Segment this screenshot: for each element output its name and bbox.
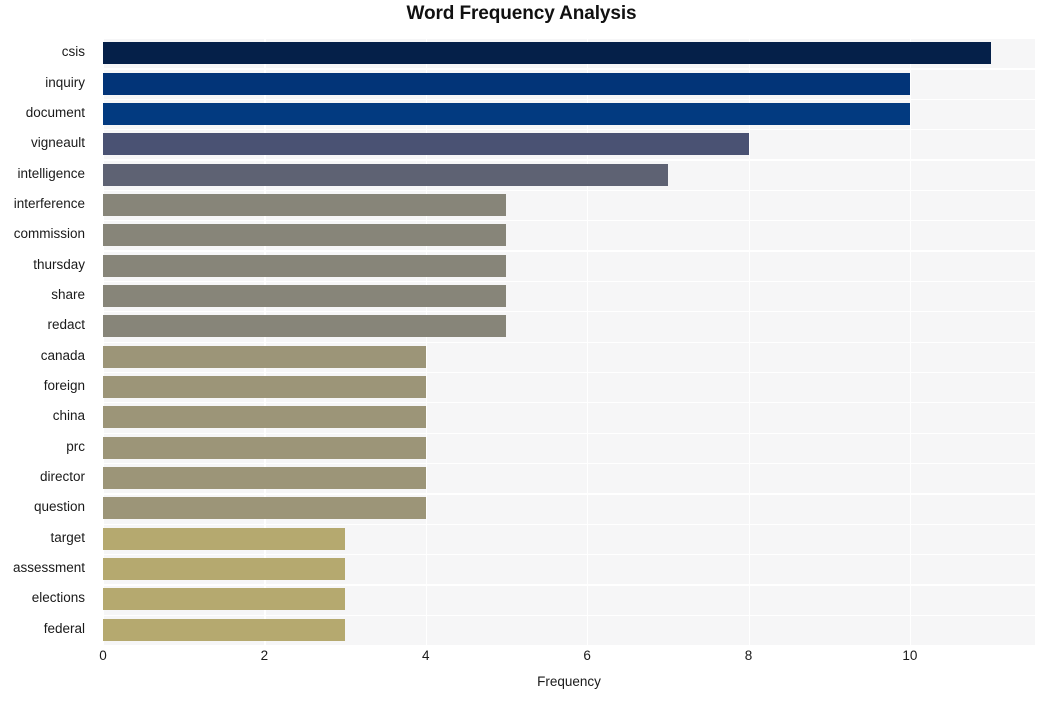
x-tick-label-8: 8 [744,648,753,663]
bar-inquiry[interactable] [103,72,910,95]
y-tick-label-interference: interference [13,195,85,211]
y-tick-label-redact: redact [47,317,85,333]
gridline-horizontal [103,493,1035,495]
y-tick-label-assessment: assessment [12,560,85,576]
y-tick-label-elections: elections [31,590,85,606]
x-tick-label-2: 2 [260,648,269,663]
y-tick-label-question: question [33,499,85,515]
y-tick-label-commission: commission [13,226,85,242]
bar-thursday[interactable] [103,254,507,277]
gridline-horizontal [103,341,1035,343]
gridline-horizontal [103,250,1035,252]
gridline-horizontal [103,68,1035,70]
chart-figure: Word Frequency Analysis csis inquiry docum… [0,0,1043,701]
bar-question[interactable] [103,497,426,520]
y-tick-label-thursday: thursday [33,256,85,272]
bar-assessment[interactable] [103,558,346,581]
bar-row[interactable] [103,102,1035,125]
chart-title: Word Frequency Analysis [406,3,637,24]
gridline-horizontal [103,614,1035,616]
y-tick-label-canada: canada [40,347,85,363]
y-tick-label-prc: prc [66,438,85,454]
bar-row[interactable] [103,588,1035,611]
x-axis-tick-labels: 0 2 4 6 8 10 [99,648,1035,670]
bar-foreign[interactable] [103,376,426,399]
bar-intelligence[interactable] [103,163,668,186]
bar-director[interactable] [103,467,426,490]
gridline-horizontal [103,220,1035,222]
bar-row[interactable] [103,72,1035,95]
bar-row[interactable] [103,406,1035,429]
y-tick-label-share: share [51,286,85,302]
bar-row[interactable] [103,133,1035,156]
y-tick-label-target: target [50,529,85,545]
gridline-horizontal [103,129,1035,131]
gridline-horizontal [103,402,1035,404]
bar-federal[interactable] [103,618,346,641]
bar-row[interactable] [103,284,1035,307]
bar-row[interactable] [103,527,1035,550]
bar-row[interactable] [103,345,1035,368]
gridline-horizontal [103,98,1035,100]
bar-redact[interactable] [103,315,507,338]
plot-area [103,38,1035,647]
bar-row[interactable] [103,42,1035,65]
y-tick-label-director: director [39,469,85,485]
bar-row[interactable] [103,315,1035,338]
bar-row[interactable] [103,193,1035,216]
y-tick-label-vigneault: vigneault [30,135,85,151]
bar-canada[interactable] [103,345,426,368]
bar-vigneault[interactable] [103,133,749,156]
gridline-horizontal [103,584,1035,586]
bar-prc[interactable] [103,436,426,459]
gridline-horizontal [103,432,1035,434]
y-axis-tick-labels: csis inquiry document vigneault intelligence… [0,38,95,645]
bar-row[interactable] [103,376,1035,399]
gridline-horizontal [103,553,1035,556]
bar-commission[interactable] [103,224,507,247]
y-tick-label-document: document [25,104,85,120]
y-tick-label-foreign: foreign [43,378,85,394]
x-tick-label-0: 0 [99,648,107,663]
gridline-horizontal [103,280,1035,283]
gridline-horizontal [103,371,1035,374]
bar-csis[interactable] [103,42,991,65]
bar-target[interactable] [103,527,346,550]
x-tick-label-4: 4 [422,648,430,663]
x-axis-title: Frequency [537,674,601,689]
bar-elections[interactable] [103,588,346,611]
gridline-horizontal [103,159,1035,161]
bar-row[interactable] [103,254,1035,277]
bar-row[interactable] [103,558,1035,581]
x-tick-label-6: 6 [583,648,591,663]
y-tick-label-inquiry: inquiry [45,74,85,90]
bar-row[interactable] [103,467,1035,490]
gridline-horizontal [103,645,1035,647]
bar-row[interactable] [103,497,1035,520]
bar-row[interactable] [103,618,1035,641]
x-tick-label-10: 10 [902,648,918,663]
bar-row[interactable] [103,163,1035,186]
bar-share[interactable] [103,284,507,307]
gridline-horizontal [103,38,1035,40]
y-tick-label-federal: federal [43,620,85,636]
bar-china[interactable] [103,406,426,429]
gridline-horizontal [103,189,1035,192]
y-tick-label-csis: csis [61,44,85,60]
bar-row[interactable] [103,224,1035,247]
y-tick-label-intelligence: intelligence [17,165,85,181]
bar-interference[interactable] [103,193,507,216]
gridline-horizontal [103,311,1035,313]
y-tick-label-china: china [52,408,85,424]
gridline-horizontal [103,523,1035,525]
gridline-horizontal [103,462,1035,465]
bar-document[interactable] [103,102,910,125]
bar-row[interactable] [103,436,1035,459]
